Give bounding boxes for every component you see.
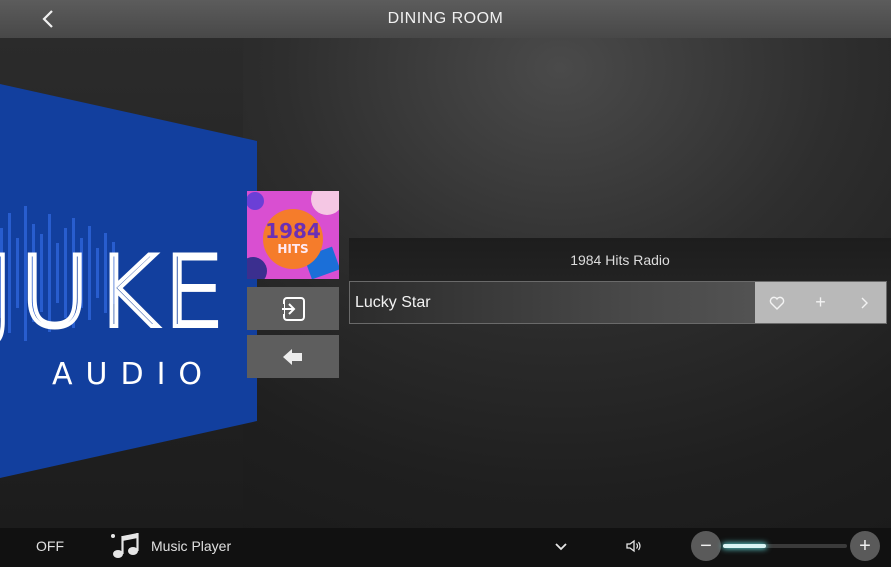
logo-word-juke: JUKE (0, 236, 229, 350)
minus-icon: − (700, 534, 712, 557)
track-row[interactable]: Lucky Star + (349, 281, 887, 324)
now-playing-area: JUKE AUDIO 1984 HITS 1984 Hits Radio Luc… (0, 38, 891, 528)
plus-icon: + (859, 534, 871, 557)
track-title: Lucky Star (355, 294, 431, 311)
back-arrow-button[interactable] (247, 335, 339, 378)
power-off-button[interactable]: OFF (36, 538, 64, 554)
plus-icon: + (815, 292, 826, 312)
chevron-left-icon (42, 10, 53, 28)
volume-down-button[interactable]: − (691, 531, 721, 561)
juke-audio-logo: JUKE AUDIO (0, 84, 257, 478)
volume-slider-fill (723, 544, 767, 548)
logo-word-audio: AUDIO (52, 357, 215, 392)
heart-icon (769, 296, 785, 310)
chevron-right-icon (861, 297, 869, 308)
add-button[interactable]: + (799, 282, 843, 323)
page-title: DINING ROOM (387, 10, 504, 27)
svg-text:HITS: HITS (277, 242, 308, 256)
speaker-icon[interactable] (626, 538, 642, 554)
svg-text:1984: 1984 (265, 219, 321, 243)
more-button[interactable] (842, 282, 886, 323)
music-note-icon (111, 533, 139, 558)
output-icon (278, 296, 305, 321)
volume-slider[interactable] (723, 544, 847, 548)
chevron-down-icon[interactable] (554, 538, 568, 554)
album-art: 1984 HITS (247, 191, 339, 279)
cast-button[interactable] (247, 287, 339, 330)
back-button[interactable] (34, 5, 62, 33)
source-label[interactable]: Music Player (151, 538, 231, 554)
volume-up-button[interactable]: + (850, 531, 880, 561)
bottom-control-bar: OFF Music Player − + (0, 528, 891, 567)
track-actions: + (755, 282, 886, 323)
header-bar: DINING ROOM (0, 0, 891, 38)
arrow-left-icon (283, 348, 302, 365)
favorite-button[interactable] (755, 282, 799, 323)
station-name: 1984 Hits Radio (349, 238, 891, 281)
